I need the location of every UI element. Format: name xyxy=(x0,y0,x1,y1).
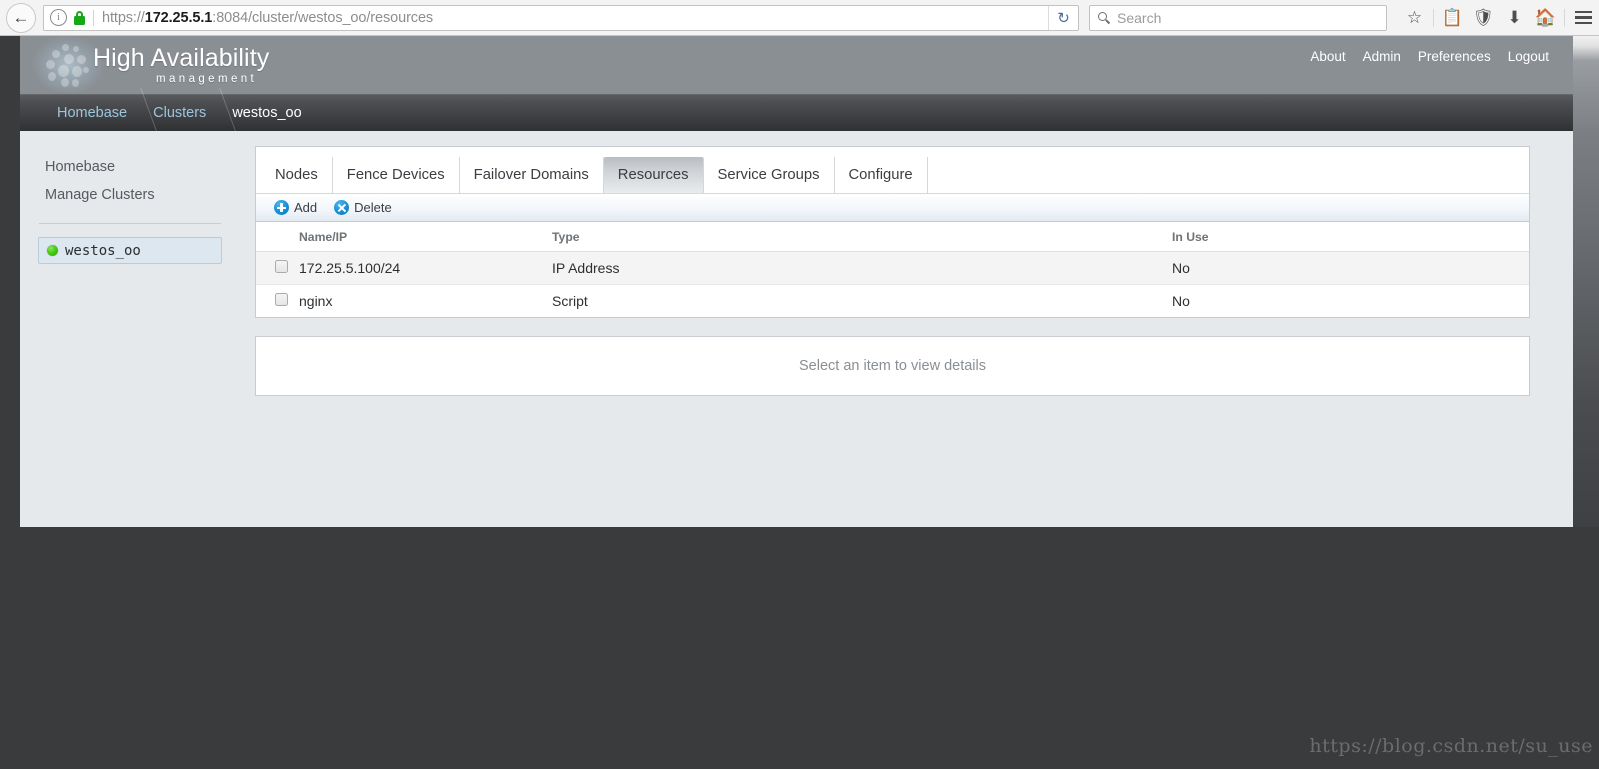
tab-configure[interactable]: Configure xyxy=(835,157,928,193)
row-checkbox[interactable] xyxy=(275,260,288,273)
breadcrumb-item-homebase[interactable]: Homebase xyxy=(57,105,127,121)
row-checkbox-cell[interactable] xyxy=(256,251,299,285)
back-arrow-icon: ← xyxy=(12,8,30,27)
breadcrumb-chevron-icon xyxy=(206,94,232,131)
browser-toolbar: ← i https://172.25.5.1:8084/cluster/west… xyxy=(0,0,1599,36)
column-header-in-use[interactable]: In Use xyxy=(1172,222,1529,252)
address-bar-divider xyxy=(93,9,94,26)
browser-search-box[interactable]: Search xyxy=(1089,4,1387,31)
browser-viewport: High Availability management About Admin… xyxy=(0,36,1599,769)
search-icon xyxy=(1098,11,1110,24)
url-port: :8084 xyxy=(212,9,249,26)
sidebar: Homebase Manage Clusters westos_oo xyxy=(20,131,240,264)
add-button-label: Add xyxy=(294,200,318,215)
cell-type: Script xyxy=(552,284,1172,317)
resources-card: Nodes Fence Devices Failover Domains Res… xyxy=(255,146,1530,318)
table-toolbar: Add Delete xyxy=(256,193,1529,222)
back-button[interactable]: ← xyxy=(6,2,36,33)
add-button[interactable]: Add xyxy=(274,200,317,215)
url-path: /cluster/westos_oo/resources xyxy=(248,9,434,26)
cell-in-use: No xyxy=(1172,251,1529,285)
icon-divider xyxy=(1564,8,1565,27)
tab-fence-devices[interactable]: Fence Devices xyxy=(333,157,460,193)
main-content: Nodes Fence Devices Failover Domains Res… xyxy=(255,146,1530,396)
row-checkbox[interactable] xyxy=(275,293,288,306)
x-circle-icon xyxy=(334,200,350,215)
sidebar-divider xyxy=(39,223,221,224)
library-icon[interactable]: 📋 xyxy=(1437,3,1468,33)
sidebar-cluster-label: westos_oo xyxy=(65,242,141,259)
downloads-icon[interactable]: ⬇ xyxy=(1499,3,1530,33)
lock-icon xyxy=(74,10,85,25)
delete-button-label: Delete xyxy=(354,200,392,215)
pocket-icon[interactable]: 🛡 xyxy=(1468,3,1499,33)
address-bar-url: https://172.25.5.1:8084/cluster/westos_o… xyxy=(102,10,433,26)
home-icon[interactable]: 🏠 xyxy=(1530,3,1561,33)
nav-link-admin[interactable]: Admin xyxy=(1363,49,1401,64)
url-scheme: https:// xyxy=(102,9,145,26)
search-placeholder: Search xyxy=(1117,9,1162,26)
select-all-column xyxy=(256,222,299,252)
cell-type: IP Address xyxy=(552,251,1172,285)
address-bar[interactable]: i https://172.25.5.1:8084/cluster/westos… xyxy=(43,4,1079,31)
breadcrumb-item-clusters[interactable]: Clusters xyxy=(153,105,206,121)
table-header-row: Name/IP Type In Use xyxy=(256,222,1529,252)
row-checkbox-cell[interactable] xyxy=(256,284,299,317)
sidebar-item-westos-oo[interactable]: westos_oo xyxy=(38,237,222,264)
details-panel: Select an item to view details xyxy=(255,336,1530,396)
star-icon[interactable]: ☆ xyxy=(1399,3,1430,33)
column-header-name-ip[interactable]: Name/IP xyxy=(299,222,552,252)
browser-icon-group: ☆ 📋 🛡 ⬇ 🏠 xyxy=(1399,3,1599,33)
page-title: High Availability xyxy=(93,44,270,72)
tab-failover-domains[interactable]: Failover Domains xyxy=(460,157,604,193)
delete-button[interactable]: Delete xyxy=(334,200,392,215)
app-body: Homebase Manage Clusters westos_oo Nodes… xyxy=(20,131,1573,527)
nav-link-preferences[interactable]: Preferences xyxy=(1418,49,1491,64)
menu-icon[interactable] xyxy=(1568,3,1599,33)
resources-table: Name/IP Type In Use 172.25.5.100/24 IP A… xyxy=(256,222,1529,317)
breadcrumb: Homebase Clusters westos_oo xyxy=(20,94,1573,131)
header-nav: About Admin Preferences Logout xyxy=(1310,49,1549,64)
tab-resources[interactable]: Resources xyxy=(603,157,704,193)
table-row[interactable]: nginx Script No xyxy=(256,284,1529,317)
breadcrumb-item-current: westos_oo xyxy=(232,104,302,121)
column-header-type[interactable]: Type xyxy=(552,222,1172,252)
status-online-icon xyxy=(47,245,58,256)
cell-name-ip: nginx xyxy=(299,284,552,317)
sidebar-item-manage-clusters[interactable]: Manage Clusters xyxy=(20,181,240,209)
watermark: https://blog.csdn.net/su_use xyxy=(1309,735,1593,757)
icon-divider xyxy=(1433,8,1434,27)
tab-bar: Nodes Fence Devices Failover Domains Res… xyxy=(256,147,1529,193)
cell-in-use: No xyxy=(1172,284,1529,317)
table-body: 172.25.5.100/24 IP Address No nginx Scri… xyxy=(256,251,1529,317)
url-host: 172.25.5.1 xyxy=(144,9,213,26)
reload-icon[interactable]: ↻ xyxy=(1048,5,1078,30)
table-header: Name/IP Type In Use xyxy=(256,222,1529,252)
tab-service-groups[interactable]: Service Groups xyxy=(704,157,835,193)
cell-name-ip: 172.25.5.100/24 xyxy=(299,251,552,285)
site-info-icon[interactable]: i xyxy=(50,9,67,26)
table-row[interactable]: 172.25.5.100/24 IP Address No xyxy=(256,251,1529,285)
page-scrollbar[interactable] xyxy=(1573,36,1599,527)
web-page: High Availability management About Admin… xyxy=(20,36,1573,527)
nav-link-logout[interactable]: Logout xyxy=(1508,49,1549,64)
breadcrumb-chevron-icon xyxy=(127,94,153,131)
plus-circle-icon xyxy=(274,200,289,215)
nav-link-about[interactable]: About xyxy=(1310,49,1345,64)
app-header: High Availability management About Admin… xyxy=(20,36,1573,94)
sidebar-item-homebase[interactable]: Homebase xyxy=(20,153,240,181)
details-empty-message: Select an item to view details xyxy=(799,358,986,374)
page-subtitle: management xyxy=(156,73,258,85)
app-title-block: High Availability management xyxy=(93,44,269,85)
tab-nodes[interactable]: Nodes xyxy=(275,157,333,193)
